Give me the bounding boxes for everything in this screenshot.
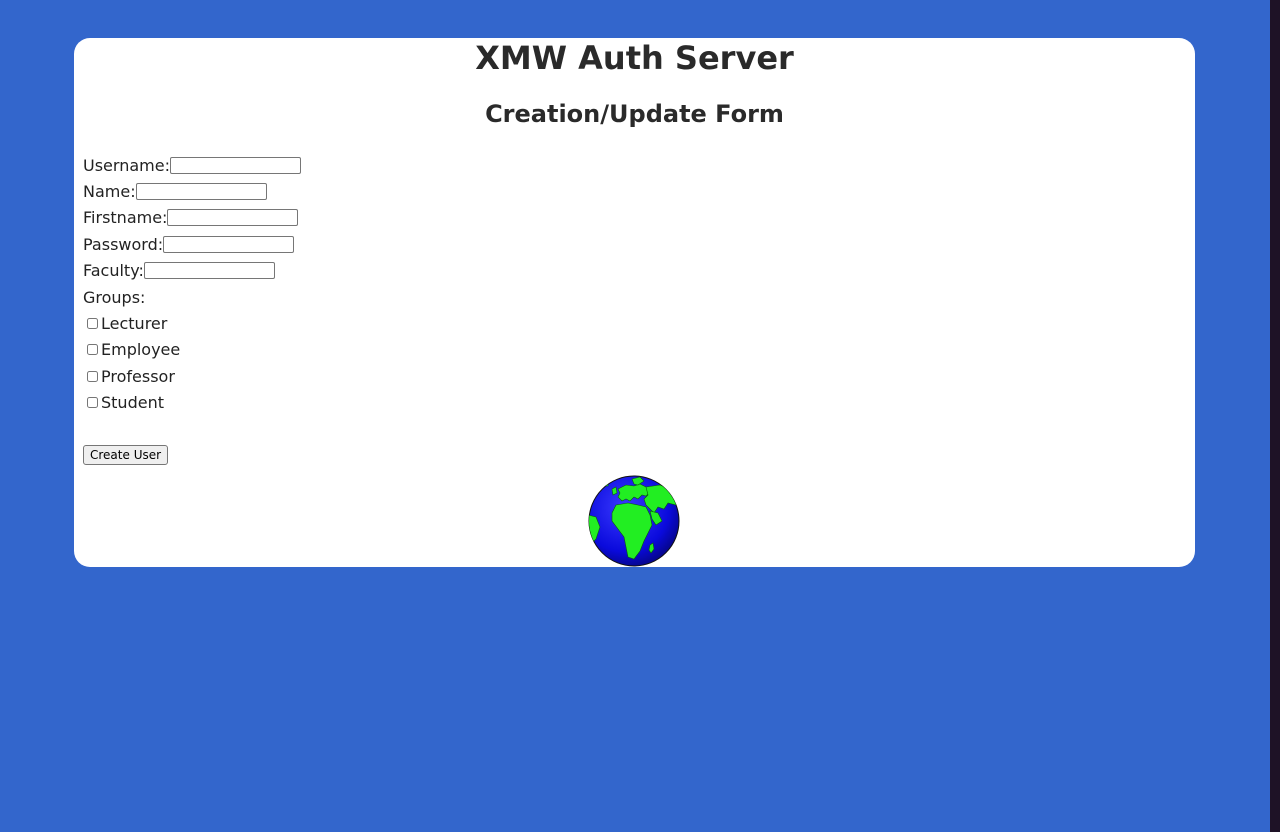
faculty-input[interactable] [143,262,275,280]
employee-label: Employee [101,340,181,360]
group-lecturer: Lecturer [83,310,301,336]
group-professor: Professor [83,363,301,389]
firstname-row: Firstname: [83,205,301,231]
create-user-button[interactable]: Create User [83,445,169,465]
faculty-label: Faculty: [83,261,144,281]
faculty-row: Faculty: [83,258,301,284]
lecturer-checkbox[interactable] [87,318,98,330]
password-row: Password: [83,231,301,257]
globe-icon [588,475,680,567]
firstname-input[interactable] [167,209,299,227]
groups-row: Groups: [83,284,301,310]
username-row: Username: [83,152,301,178]
username-input[interactable] [169,156,301,174]
group-employee: Employee [83,337,301,363]
window-edge [1270,0,1280,832]
firstname-label: Firstname: [83,208,168,228]
professor-checkbox[interactable] [87,370,98,382]
form-card: XMW Auth Server Creation/Update Form Use… [74,38,1195,567]
lecturer-label: Lecturer [101,314,168,334]
form-title: Creation/Update Form [485,100,784,128]
name-input[interactable] [135,183,267,201]
groups-label: Groups: [83,287,146,307]
student-label: Student [101,393,164,413]
name-row: Name: [83,178,301,204]
user-form: Username: Name: Firstname: Password: Fac… [83,152,301,416]
employee-checkbox[interactable] [87,344,98,356]
student-checkbox[interactable] [87,397,98,409]
professor-label: Professor [101,366,175,386]
username-label: Username: [83,155,170,175]
name-label: Name: [83,182,136,202]
group-student: Student [83,390,301,416]
password-label: Password: [83,234,164,254]
password-input[interactable] [163,235,295,253]
page-title: XMW Auth Server [475,39,794,77]
